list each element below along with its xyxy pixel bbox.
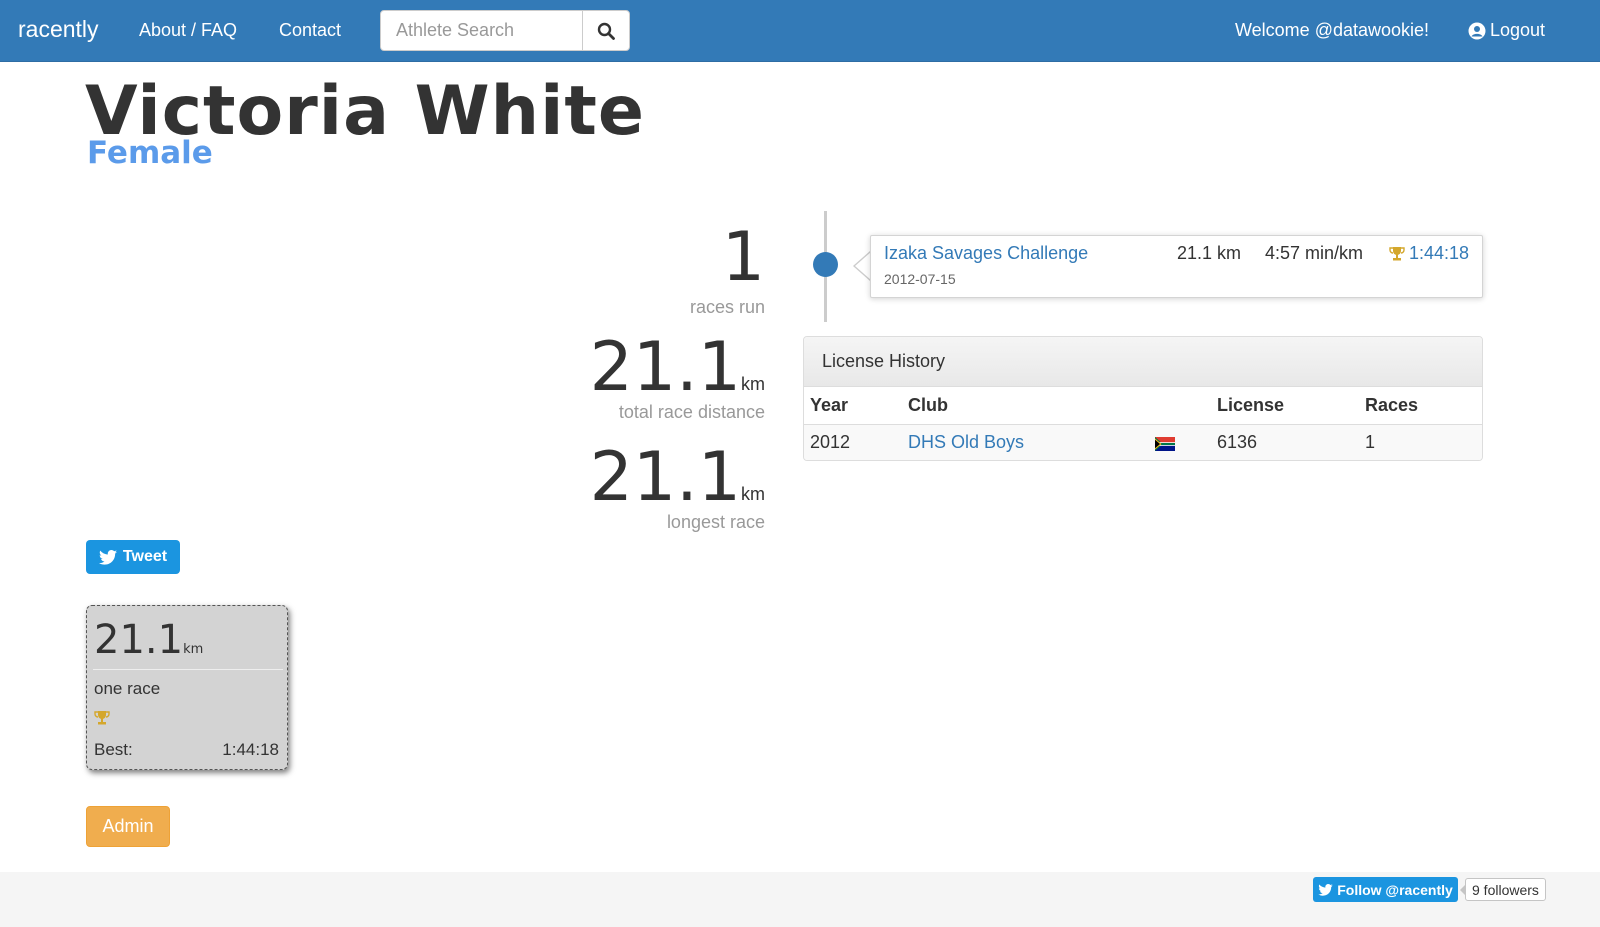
badge-best-label: Best: bbox=[94, 740, 133, 759]
license-number: 6136 bbox=[1211, 424, 1359, 460]
distance-badge-card[interactable]: 21.1km one race Best: 1:44:18 bbox=[86, 605, 288, 770]
twitter-bird-icon bbox=[98, 549, 117, 565]
longest-race-unit: km bbox=[741, 484, 765, 504]
search-icon bbox=[597, 22, 615, 40]
badge-distance: 21.1km bbox=[94, 620, 203, 660]
races-run-label: races run bbox=[689, 297, 765, 317]
logout-label: Logout bbox=[1490, 20, 1546, 40]
license-year: 2012 bbox=[804, 424, 902, 460]
athlete-search-input[interactable] bbox=[380, 10, 583, 51]
search-button[interactable] bbox=[582, 10, 630, 51]
admin-button[interactable]: Admin bbox=[86, 806, 170, 847]
brand-logo[interactable]: racently bbox=[18, 16, 99, 43]
badge-trophy bbox=[94, 710, 110, 731]
license-history-table: Year Club License Races 2012 DHS Old Boy… bbox=[804, 387, 1482, 460]
trophy-icon bbox=[94, 711, 110, 725]
tweet-label: Tweet bbox=[122, 548, 168, 565]
license-races: 1 bbox=[1359, 424, 1482, 460]
badge-distance-unit: km bbox=[183, 642, 204, 657]
races-run-value: 1 bbox=[721, 218, 765, 297]
total-distance-unit: km bbox=[741, 374, 765, 394]
logout-link[interactable]: Logout bbox=[1468, 20, 1545, 41]
longest-race-value: 21.1 bbox=[589, 438, 741, 517]
race-name-link[interactable]: Izaka Savages Challenge bbox=[884, 243, 1088, 264]
flag-cell bbox=[1149, 424, 1211, 460]
badge-distance-value: 21.1 bbox=[94, 617, 184, 663]
badge-races: one race bbox=[94, 679, 161, 698]
trophy-icon bbox=[1389, 246, 1405, 260]
timeline-dot bbox=[813, 252, 838, 277]
stat-longest-race: 21.1km longest race bbox=[590, 444, 765, 533]
user-circle-icon bbox=[1468, 22, 1486, 39]
follow-racently-button[interactable]: Follow @racently bbox=[1313, 877, 1458, 902]
nav-about-faq[interactable]: About / FAQ bbox=[139, 20, 237, 41]
table-row: 2012 DHS Old Boys 6136 1 bbox=[804, 424, 1482, 460]
column-header-club: Club bbox=[902, 387, 1149, 425]
license-history-panel: License History Year Club License Races … bbox=[803, 336, 1483, 461]
stat-races-run: 1 races run bbox=[690, 224, 765, 318]
badge-divider bbox=[93, 669, 283, 670]
table-header-row: Year Club License Races bbox=[804, 387, 1482, 425]
tweet-button[interactable]: Tweet bbox=[86, 540, 180, 574]
race-pace: 4:57 min/km bbox=[1265, 243, 1364, 263]
follow-label: Follow @racently bbox=[1337, 881, 1453, 898]
south-africa-flag-icon bbox=[1155, 436, 1175, 451]
race-time: 1:44:18 bbox=[1408, 243, 1469, 263]
welcome-text[interactable]: Welcome @datawookie! bbox=[1235, 20, 1429, 41]
race-time-link[interactable]: 1:44:18 bbox=[1389, 243, 1469, 264]
column-header-year: Year bbox=[804, 387, 902, 425]
race-distance: 21.1 km bbox=[1177, 243, 1242, 263]
twitter-bird-icon bbox=[1318, 883, 1333, 896]
navbar: racently About / FAQ Contact Welcome @da… bbox=[0, 0, 1600, 62]
athlete-gender: Female bbox=[87, 135, 213, 171]
column-header-races: Races bbox=[1359, 387, 1482, 425]
nav-contact[interactable]: Contact bbox=[279, 20, 341, 41]
stat-total-distance: 21.1km total race distance bbox=[590, 334, 765, 423]
column-header-license: License bbox=[1211, 387, 1359, 425]
badge-best-time: 1:44:18 bbox=[222, 740, 279, 759]
timeline-card-pointer-fill bbox=[855, 252, 871, 280]
column-header-flag bbox=[1149, 387, 1211, 425]
club-link[interactable]: DHS Old Boys bbox=[908, 432, 1024, 452]
race-date: 2012-07-15 bbox=[884, 271, 956, 287]
total-distance-value: 21.1 bbox=[589, 328, 741, 407]
timeline-race-card: Izaka Savages Challenge 2012-07-15 21.1 … bbox=[870, 235, 1483, 298]
followers-count[interactable]: 9 followers bbox=[1460, 878, 1546, 901]
license-history-title: License History bbox=[804, 337, 1482, 387]
